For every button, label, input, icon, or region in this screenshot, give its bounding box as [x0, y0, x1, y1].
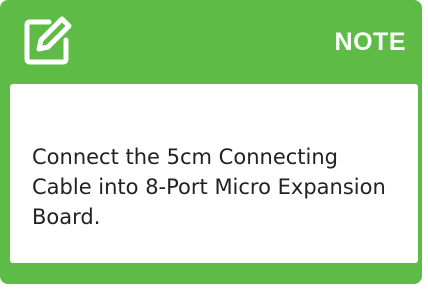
note-card: NOTE Connect the 5cm Connecting Cable in… [0, 0, 422, 284]
note-header: NOTE [0, 0, 422, 82]
note-title: NOTE [334, 28, 406, 56]
note-text: Connect the 5cm Connecting Cable into 8-… [32, 145, 386, 229]
note-body: Connect the 5cm Connecting Cable into 8-… [10, 84, 418, 263]
edit-note-icon [22, 14, 74, 66]
